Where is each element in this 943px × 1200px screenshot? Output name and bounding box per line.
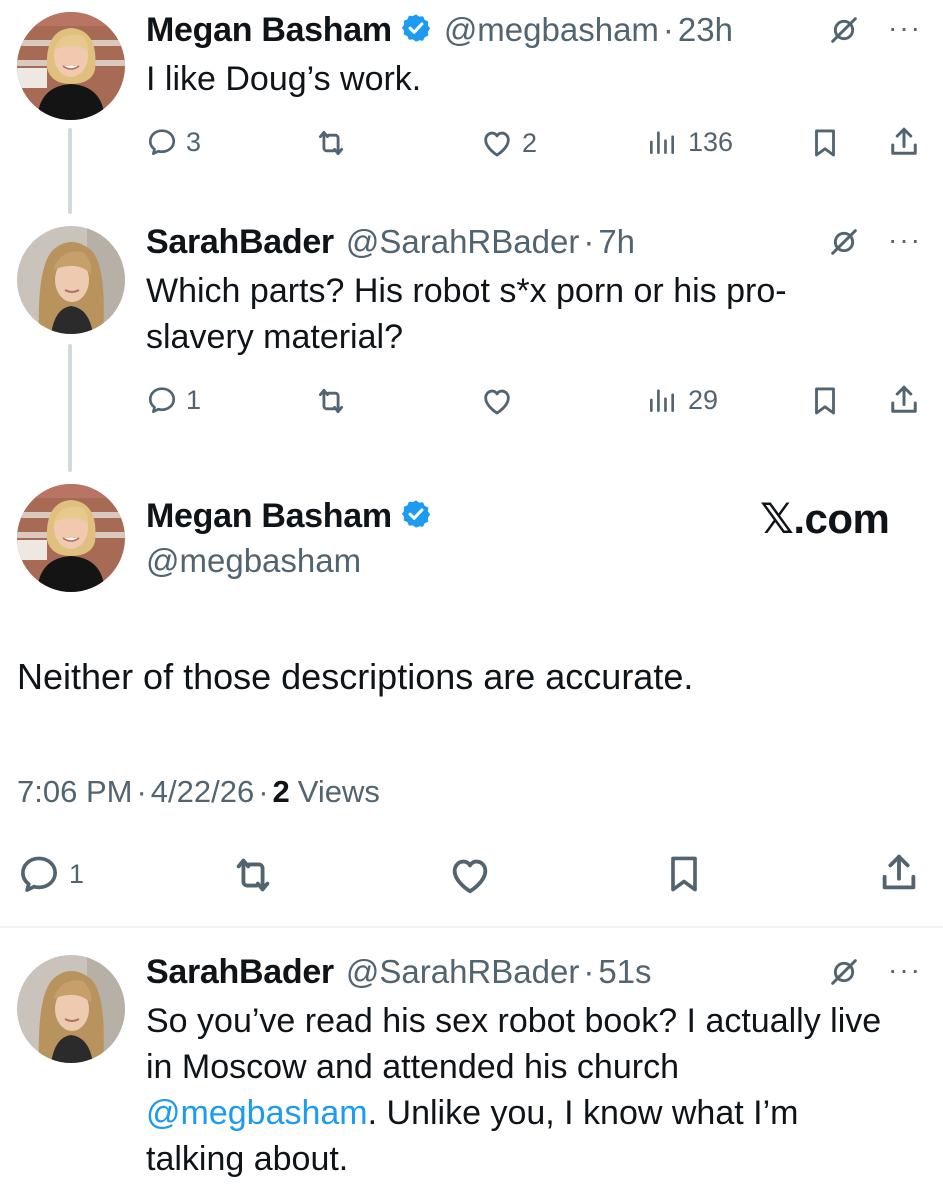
like-count: 2 (522, 127, 538, 158)
timestamp[interactable]: 7h (598, 223, 635, 261)
bookmark-icon[interactable] (662, 852, 706, 901)
tweet-text: Which parts? His robot s*x porn or his p… (146, 268, 787, 360)
like-button[interactable]: 2 (480, 126, 537, 160)
views-count: 136 (688, 126, 734, 157)
retweet-button[interactable] (314, 384, 348, 418)
separator: · (662, 11, 674, 48)
reply-count: 3 (186, 126, 202, 157)
views-button[interactable]: 29 (646, 384, 718, 416)
avatar[interactable] (17, 955, 125, 1063)
views-icon (646, 126, 678, 158)
like-button[interactable] (480, 384, 514, 418)
tweet-header: SarahBader @SarahRBader · 51s (146, 952, 652, 992)
tweet-date[interactable]: 4/22/26 (151, 774, 254, 810)
tweet-text-fragment: . Unlike you, I know what I’m (367, 1094, 799, 1132)
bookmark-icon[interactable] (808, 384, 842, 423)
reply-icon (17, 852, 61, 896)
tweet-text-line: @megbasham. Unlike you, I know what I’m (146, 1090, 881, 1136)
author-handle[interactable]: @megbasham (146, 542, 361, 580)
author-name[interactable]: SarahBader (146, 953, 334, 992)
retweet-icon (314, 384, 348, 418)
share-icon[interactable] (876, 850, 922, 901)
divider (0, 926, 943, 928)
author-name[interactable]: SarahBader (146, 223, 334, 262)
views-count: 2 (272, 774, 290, 809)
reply-icon (146, 126, 178, 158)
retweet-icon (314, 126, 348, 160)
reply-button[interactable]: 1 (146, 384, 201, 416)
verified-badge-icon (400, 12, 432, 49)
tweet-text-line: Which parts? His robot s*x porn or his p… (146, 272, 787, 310)
like-icon (480, 384, 514, 418)
avatar[interactable] (17, 12, 125, 120)
reply-icon (146, 384, 178, 416)
share-icon[interactable] (886, 382, 922, 423)
separator: · (583, 953, 595, 990)
focused-tweet-text: Neither of those descriptions are accura… (17, 656, 694, 697)
views-count: 29 (688, 384, 719, 415)
separator: · (136, 774, 147, 809)
tweet-text-line: So you’ve read his sex robot book? I act… (146, 1002, 882, 1040)
tweet-text: So you’ve read his sex robot book? I act… (146, 998, 881, 1182)
author-name-row: Megan Basham (146, 496, 432, 536)
views-label: Views (297, 774, 380, 809)
views-button[interactable]: 136 (646, 126, 733, 158)
author-name[interactable]: Megan Basham (146, 11, 392, 50)
more-icon[interactable]: ··· (888, 12, 922, 44)
tweet-text: I like Doug’s work. (146, 60, 422, 98)
tweet-text-line: in Moscow and attended his church (146, 1048, 679, 1086)
mention-link[interactable]: @megbasham (146, 1094, 368, 1132)
retweet-icon[interactable] (230, 852, 276, 903)
reply-count: 1 (69, 858, 85, 889)
grok-icon[interactable] (828, 956, 860, 993)
tweet-header: SarahBader @SarahRBader · 7h (146, 222, 635, 262)
author-handle[interactable]: @megbasham (444, 11, 659, 49)
separator: · (583, 223, 595, 260)
more-icon[interactable]: ··· (888, 224, 922, 256)
share-icon[interactable] (886, 124, 922, 165)
bookmark-icon[interactable] (808, 126, 842, 165)
tweet-header: Megan Basham @megbasham · 23h (146, 10, 733, 50)
tweet-time[interactable]: 7:06 PM (17, 774, 132, 810)
verified-badge-icon (400, 498, 432, 535)
reply-button[interactable]: 1 (17, 852, 84, 896)
tweet-text-line: slavery material? (146, 318, 403, 356)
grok-icon[interactable] (828, 226, 860, 263)
views-icon (646, 384, 678, 416)
thread-line (68, 128, 72, 214)
more-icon[interactable]: ··· (888, 954, 922, 986)
tweet-meta: 7:06 PM · 4/22/26 · 2 Views (17, 772, 380, 812)
author-handle[interactable]: @SarahRBader (346, 223, 579, 261)
like-icon (480, 126, 514, 160)
tweet-text-line: talking about. (146, 1140, 349, 1178)
author-name[interactable]: Megan Basham (146, 497, 392, 536)
grok-icon[interactable] (828, 14, 860, 51)
reply-count: 1 (186, 384, 202, 415)
avatar[interactable] (17, 484, 125, 592)
like-icon[interactable] (447, 852, 493, 903)
separator: · (258, 774, 269, 809)
author-handle[interactable]: @SarahRBader (346, 953, 579, 991)
retweet-button[interactable] (314, 126, 348, 160)
reply-button[interactable]: 3 (146, 126, 201, 158)
thread-line (68, 344, 72, 472)
timestamp[interactable]: 51s (598, 953, 651, 991)
timestamp[interactable]: 23h (678, 11, 733, 49)
avatar[interactable] (17, 226, 125, 334)
watermark-logo: 𝕏.com (760, 495, 890, 542)
